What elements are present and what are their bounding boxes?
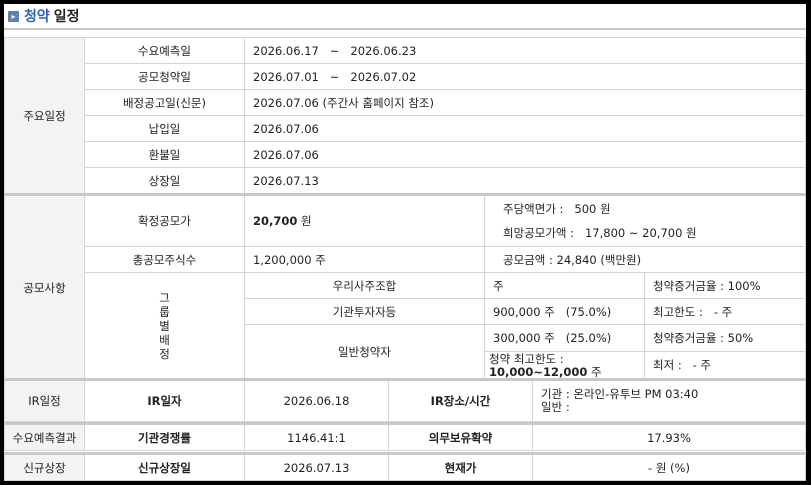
hope-price-range: 희망공모가액 : 17,800 ~ 20,700 원 — [503, 226, 697, 240]
subscription-date-value: 2026.07.01 ~ 2026.07.02 — [244, 63, 806, 90]
fixed-price-unit: 원 — [301, 214, 312, 228]
competition-rate-value: 1146.41:1 — [244, 422, 389, 451]
title-divider — [4, 28, 806, 30]
general-detail-cell: 300,000 주 (25.0%) 청약 최고한도 : 10,000~12,00… — [484, 324, 645, 380]
employee-union-shares: 주 — [484, 272, 645, 299]
listing-date-value: 2026.07.13 — [244, 167, 806, 194]
institution-label: 기관투자자등 — [244, 298, 485, 325]
general-min: 최저 : - 주 — [653, 358, 712, 372]
new-listing-date-value: 2026.07.13 — [244, 452, 389, 481]
new-listing-date-label: 신규상장일 — [84, 452, 245, 481]
refund-date-label: 환불일 — [84, 141, 245, 168]
ir-table: IR일정 IR일자 2026.06.18 IR장소/시간 기관 : 온라인-유투… — [4, 378, 806, 422]
offering-table: 공모사항 확정공모가 20,700 원 주당액면가 : 500 원 희망공모가액… — [4, 193, 806, 380]
fixed-price-label: 확정공모가 — [84, 193, 245, 247]
ir-date-label: IR일자 — [84, 378, 245, 422]
general-rate-cell: 청약증거금율 : 50% 최저 : - 주 — [644, 324, 806, 380]
subscription-date-label: 공모청약일 — [84, 63, 245, 90]
ir-category: IR일정 — [4, 378, 85, 422]
ir-general-time: 일반 : — [541, 400, 570, 414]
total-shares-value: 1,200,000 주 — [244, 246, 485, 273]
employee-union-label: 우리사주조합 — [244, 272, 485, 299]
price-info-cell: 주당액면가 : 500 원 희망공모가액 : 17,800 ~ 20,700 원 — [484, 193, 806, 247]
fixed-price-value: 20,700 — [253, 214, 298, 228]
general-max-limit: 청약 최고한도 : 10,000~12,000 주 — [486, 353, 644, 379]
fixed-price-cell: 20,700 원 — [244, 193, 485, 247]
allocation-notice-label: 배정공고일(신문) — [84, 89, 245, 116]
lockup-value: 17.93% — [532, 422, 806, 451]
ir-place-cell: 기관 : 온라인-유투브 PM 03:40 일반 : — [532, 378, 806, 422]
demand-result-table: 수요예측결과 기관경쟁률 1146.41:1 의무보유확약 17.93% — [4, 422, 806, 451]
section-title: ▸ 청약 일정 — [8, 6, 80, 26]
payment-date-label: 납입일 — [84, 115, 245, 142]
general-max-unit: 주 — [591, 365, 602, 379]
employee-deposit-rate: 청약증거금율 : 100% — [644, 272, 806, 299]
offering-schedule-panel: ▸ 청약 일정 주요일정 수요예측일 2026.06.17 ~ 2026.06.… — [4, 4, 806, 481]
demand-forecast-value: 2026.06.17 ~ 2026.06.23 — [244, 37, 806, 64]
listing-date-label: 상장일 — [84, 167, 245, 194]
par-value: 주당액면가 : 500 원 — [503, 202, 611, 216]
listing-category: 신규상장 — [4, 452, 85, 481]
institution-shares: 900,000 주 (75.0%) — [484, 298, 645, 325]
current-price-value: - 원 (%) — [532, 452, 806, 481]
refund-date-value: 2026.07.06 — [244, 141, 806, 168]
new-listing-table: 신규상장 신규상장일 2026.07.13 현재가 - 원 (%) — [4, 452, 806, 481]
competition-rate-label: 기관경쟁률 — [84, 422, 245, 451]
title-rest: 일정 — [53, 9, 80, 25]
current-price-label: 현재가 — [388, 452, 533, 481]
general-deposit-rate: 청약증거금율 : 50% — [645, 326, 805, 352]
title-highlight: 청약 — [24, 9, 50, 25]
institution-limit: 최고한도 : - 주 — [644, 298, 806, 325]
offering-amount: 공모금액 : 24,840 (백만원) — [484, 246, 806, 273]
general-shares: 300,000 주 (25.0%) — [485, 326, 644, 352]
arrow-right-icon: ▸ — [8, 10, 19, 22]
general-subscriber-label: 일반청약자 — [244, 324, 485, 380]
offering-category: 공모사항 — [4, 193, 85, 380]
lockup-label: 의무보유확약 — [388, 422, 533, 451]
ir-date-value: 2026.06.18 — [244, 378, 389, 422]
group-allocation-label: 그룹별배정 — [159, 291, 170, 361]
ir-place-label: IR장소/시간 — [388, 378, 533, 422]
allocation-notice-value: 2026.07.06 (주간사 홈페이지 참조) — [244, 89, 806, 116]
demand-forecast-label: 수요예측일 — [84, 37, 245, 64]
group-allocation-cell: 그룹별배정 — [84, 272, 245, 380]
schedule-category: 주요일정 — [4, 37, 85, 194]
demand-category: 수요예측결과 — [4, 422, 85, 451]
total-shares-label: 총공모주식수 — [84, 246, 245, 273]
ir-institution-time: 기관 : 온라인-유투브 PM 03:40 — [541, 387, 699, 401]
schedule-table: 주요일정 수요예측일 2026.06.17 ~ 2026.06.23 공모청약일… — [4, 37, 806, 194]
payment-date-value: 2026.07.06 — [244, 115, 806, 142]
general-max-value: 10,000~12,000 — [489, 365, 588, 379]
